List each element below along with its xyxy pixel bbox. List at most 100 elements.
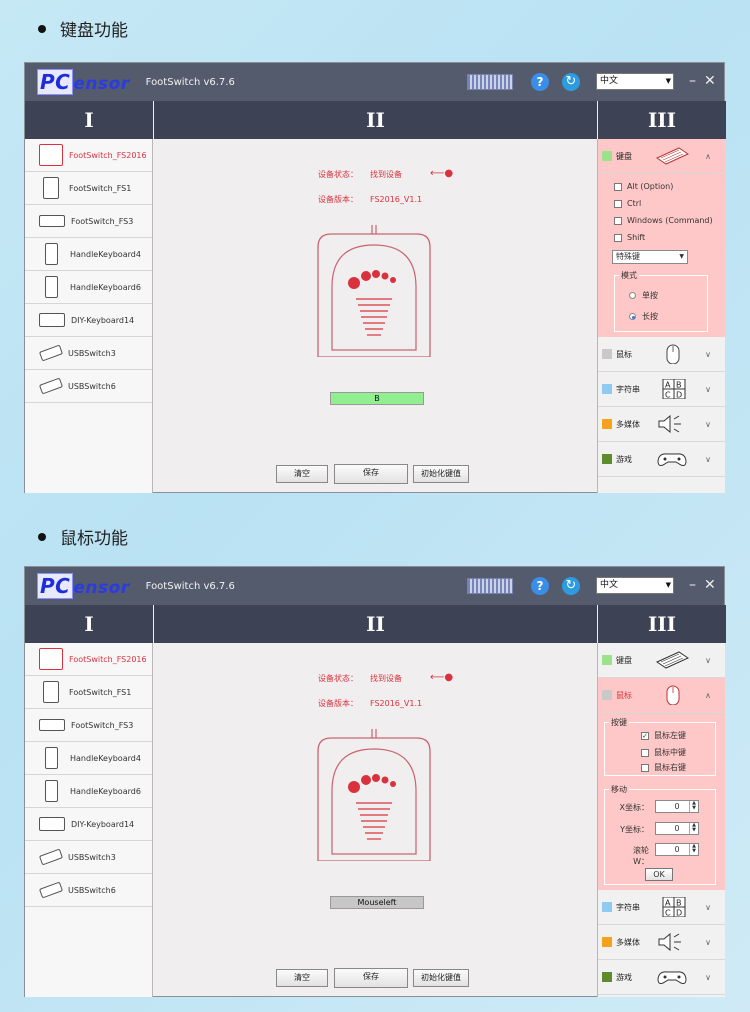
language-select[interactable]: 中文 ▼: [596, 577, 674, 594]
x-label: X坐标：: [619, 803, 649, 812]
help-icon[interactable]: ?: [531, 73, 549, 91]
ok-button[interactable]: OK: [645, 868, 673, 881]
mouse-move-group: 移动 X坐标： 0 ▲ ▼ Y坐标： 0 ▲ ▼ 滚轮W： 0 ▲ ▼ OK: [604, 784, 716, 885]
category-mouse[interactable]: 鼠标 ∨: [598, 337, 725, 372]
column-head-3: III: [598, 101, 726, 139]
key-value-field[interactable]: B: [330, 392, 424, 405]
speaker-icon: [658, 414, 681, 434]
device-item[interactable]: HandleKeyboard6: [25, 271, 152, 304]
color-swatch: [602, 151, 612, 161]
footswitch-fs2016-icon: [39, 144, 63, 166]
save-button[interactable]: 保存: [334, 968, 408, 988]
svg-text:C: C: [665, 909, 671, 918]
x-stepper[interactable]: 0 ▲ ▼: [655, 800, 699, 813]
category-game[interactable]: 游戏 ∨: [598, 960, 725, 995]
wheel-stepper[interactable]: 0 ▲ ▼: [655, 843, 699, 856]
device-item[interactable]: USBSwitch3: [25, 337, 152, 370]
device-item[interactable]: USBSwitch6: [25, 874, 152, 907]
color-swatch: [602, 349, 612, 359]
mouse-icon: [666, 344, 680, 364]
refresh-icon[interactable]: ↻: [562, 73, 580, 91]
keyboard-icon[interactable]: [467, 74, 513, 90]
key-value-field[interactable]: Mouseleft: [330, 896, 424, 909]
alt-checkbox[interactable]: Alt (Option): [614, 182, 673, 191]
spin-arrows-icon: ▲ ▼: [689, 844, 698, 855]
close-button[interactable]: ✕: [704, 73, 716, 89]
init-keys-button[interactable]: 初始化键值: [413, 465, 469, 483]
device-list: FootSwitch_FS2016 FootSwitch_FS1 FootSwi…: [25, 139, 153, 493]
device-item[interactable]: FootSwitch_FS1: [25, 676, 152, 709]
keyboard-options: Alt (Option) Ctrl Windows (Command) Shif…: [598, 174, 725, 337]
column-head-3: III: [598, 605, 726, 643]
usb-switch-icon: [38, 344, 64, 362]
clear-button[interactable]: 清空: [276, 969, 328, 987]
special-key-select[interactable]: 特殊键 ▼: [612, 250, 688, 264]
handle-keyboard6-icon: [45, 780, 58, 802]
minimize-button[interactable]: –: [689, 73, 696, 89]
svg-text:B: B: [676, 899, 682, 908]
mode-single-radio[interactable]: 单按: [629, 290, 658, 301]
section-title-mouse: 鼠标功能: [38, 524, 128, 549]
ctrl-checkbox[interactable]: Ctrl: [614, 199, 641, 208]
help-icon[interactable]: ?: [531, 577, 549, 595]
category-keyboard[interactable]: 键盘 ∧: [598, 139, 725, 174]
footswitch-fs1-icon: [43, 681, 59, 703]
mouse-icon: [666, 685, 680, 705]
footswitch-window-mouse: PC ensor FootSwitch v6.7.6 ? ↻ 中文 ▼ – ✕ I …: [24, 566, 726, 997]
keyboard-icon[interactable]: [467, 578, 513, 594]
save-button[interactable]: 保存: [334, 464, 408, 484]
usb-switch-icon: [38, 848, 64, 866]
language-select[interactable]: 中文 ▼: [596, 73, 674, 90]
category-string[interactable]: 字符串 ABCD ∨: [598, 890, 725, 925]
column-head-2: II: [154, 101, 597, 139]
gamepad-icon: [657, 971, 687, 984]
chevron-down-icon: ∨: [705, 937, 711, 947]
footswitch-pedal-image[interactable]: [314, 729, 434, 861]
right-button-checkbox[interactable]: 鼠标右键: [641, 762, 686, 773]
footswitch-pedal-image[interactable]: [314, 225, 434, 357]
speaker-icon: [658, 932, 681, 952]
device-item[interactable]: FootSwitch_FS1: [25, 172, 152, 205]
init-keys-button[interactable]: 初始化键值: [413, 969, 469, 987]
abcd-icon: A BC D: [662, 379, 686, 399]
mode-group: 模式 单按 长按: [614, 270, 708, 332]
device-version: 设备版本： FS2016_V1.1: [318, 195, 423, 204]
category-string[interactable]: 字符串 ABCD ∨: [598, 372, 725, 407]
windows-checkbox[interactable]: Windows (Command): [614, 216, 713, 225]
footswitch-fs2016-icon: [39, 648, 63, 670]
app-title: FootSwitch v6.7.6: [145, 76, 235, 88]
device-item[interactable]: FootSwitch_FS3: [25, 205, 152, 238]
category-keyboard[interactable]: 键盘 ∨: [598, 643, 725, 678]
device-item[interactable]: USBSwitch3: [25, 841, 152, 874]
device-item[interactable]: FootSwitch_FS2016: [25, 139, 152, 172]
shift-checkbox[interactable]: Shift: [614, 233, 645, 242]
left-button-checkbox[interactable]: ✓ 鼠标左键: [641, 730, 686, 741]
category-media[interactable]: 多媒体 ∨: [598, 925, 725, 960]
device-item[interactable]: FootSwitch_FS3: [25, 709, 152, 742]
device-item[interactable]: FootSwitch_FS2016: [25, 643, 152, 676]
clear-button[interactable]: 清空: [276, 465, 328, 483]
svg-text:A: A: [665, 381, 671, 390]
close-button[interactable]: ✕: [704, 577, 716, 593]
y-label: Y坐标：: [620, 825, 649, 834]
middle-button-checkbox[interactable]: 鼠标中键: [641, 747, 686, 758]
category-media[interactable]: 多媒体 ∨: [598, 407, 725, 442]
category-mouse[interactable]: 鼠标 ∧: [598, 678, 725, 713]
footswitch-fs3-icon: [39, 719, 65, 731]
column-head-1: I: [25, 101, 153, 139]
device-item[interactable]: HandleKeyboard4: [25, 742, 152, 775]
usb-switch-icon: [38, 881, 64, 899]
device-item[interactable]: USBSwitch6: [25, 370, 152, 403]
color-swatch: [602, 419, 612, 429]
category-game[interactable]: 游戏 ∨: [598, 442, 725, 477]
device-list: FootSwitch_FS2016 FootSwitch_FS1 FootSwi…: [25, 643, 153, 997]
minimize-button[interactable]: –: [689, 577, 696, 593]
refresh-icon[interactable]: ↻: [562, 577, 580, 595]
device-item[interactable]: DIY-Keyboard14: [25, 304, 152, 337]
mouse-options: 按键 ✓ 鼠标左键 鼠标中键 鼠标右键 移动 X坐标： 0 ▲ ▼ Y坐标： 0 ▲ ▼ …: [598, 713, 725, 890]
mode-long-radio[interactable]: 长按: [629, 311, 658, 322]
device-item[interactable]: DIY-Keyboard14: [25, 808, 152, 841]
y-stepper[interactable]: 0 ▲ ▼: [655, 822, 699, 835]
device-item[interactable]: HandleKeyboard6: [25, 775, 152, 808]
device-item[interactable]: HandleKeyboard4: [25, 238, 152, 271]
